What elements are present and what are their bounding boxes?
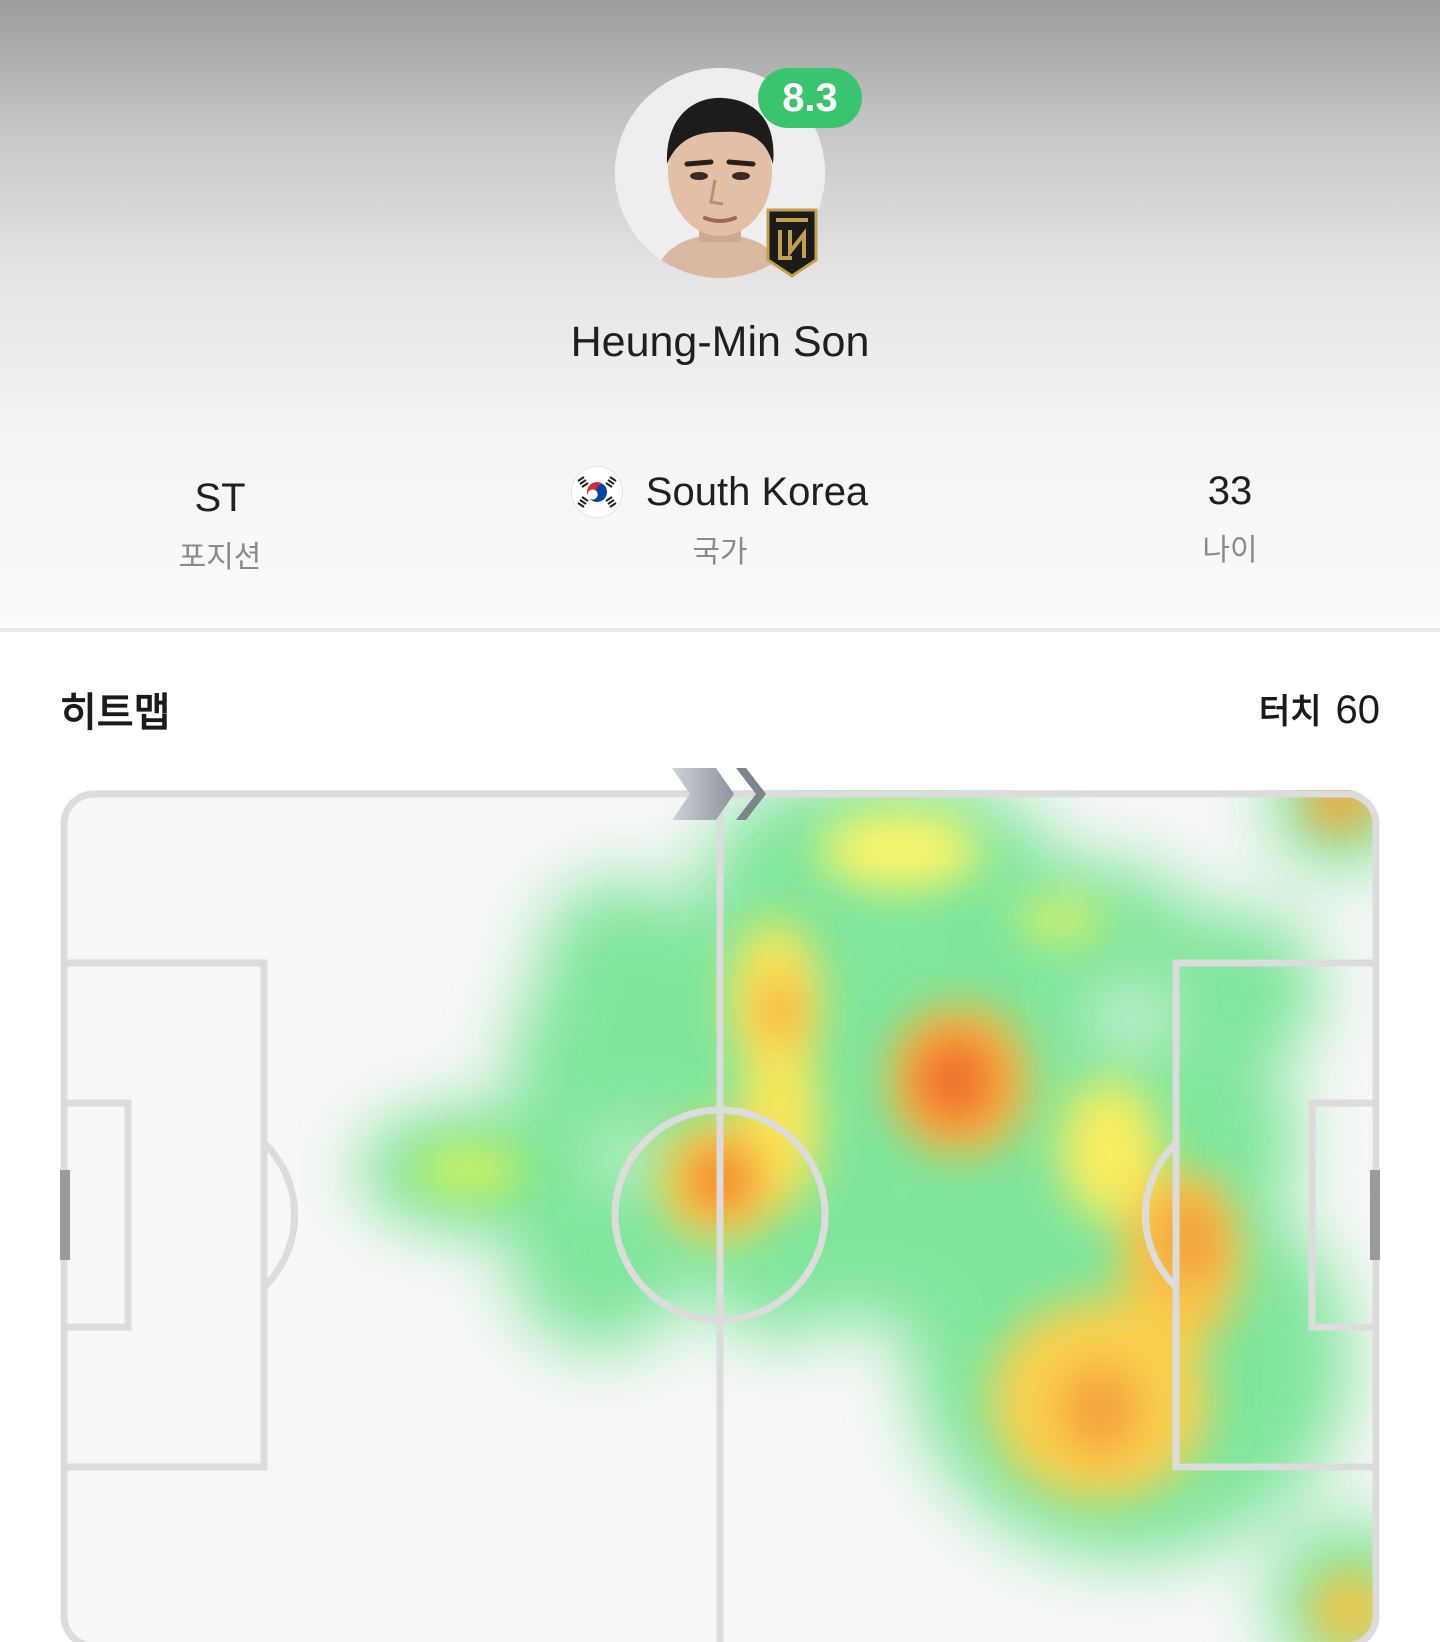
player-rating-badge: 8.3 (758, 68, 862, 128)
touches-count: 터치 60 (1259, 684, 1380, 733)
player-header: 8.3 Heung-Min Son ST 포지션 South Korea 국가 … (0, 0, 1440, 630)
south-korea-flag-icon (571, 467, 622, 517)
lafc-crest-icon (766, 208, 818, 278)
age-label: 나이 (1202, 534, 1258, 567)
player-name: Heung-Min Son (570, 318, 870, 366)
section-divider (0, 628, 1440, 632)
nationality-label: 국가 (692, 536, 748, 569)
left-goal (60, 1170, 70, 1260)
nationality-stat[interactable]: South Korea 국가 (520, 467, 920, 571)
touches-label: 터치 (1258, 693, 1322, 731)
heatmap-title: 히트맵 (60, 691, 171, 735)
position-stat: ST 포지션 (120, 474, 320, 576)
heatmap-pitch (0, 760, 1440, 1642)
touches-value: 60 (1335, 688, 1381, 732)
position-value: ST (194, 476, 246, 520)
age-stat: 33 나이 (1130, 467, 1330, 569)
age-value: 33 (1207, 469, 1253, 513)
nationality-value: South Korea (645, 470, 869, 514)
right-goal (1370, 1170, 1380, 1260)
position-label: 포지션 (178, 541, 262, 574)
